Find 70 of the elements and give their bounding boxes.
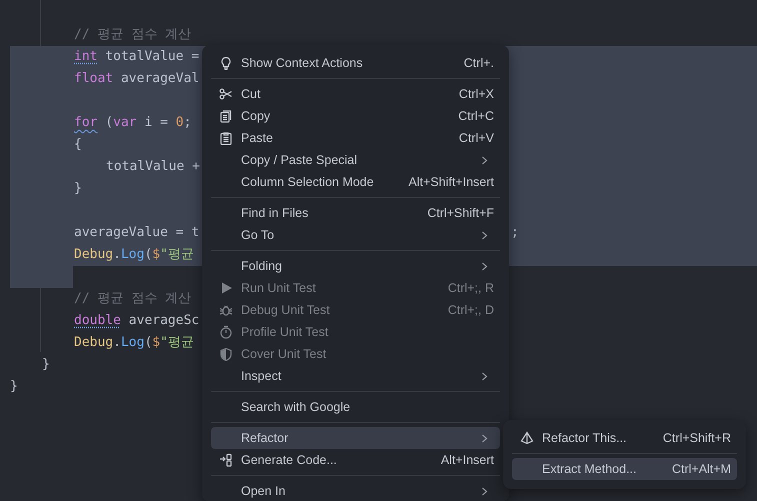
code-token: $ [152,334,160,352]
code-token: i = [143,114,169,132]
code-token: ; [184,114,192,132]
shortcut-text: Ctrl+Shift+R [662,431,731,445]
code-token: ( [144,246,152,264]
code-token: Debug [74,334,114,352]
code-token: Log [120,334,144,352]
code-token: "평균 [160,334,194,352]
shortcut-text: Ctrl+C [457,109,494,123]
code-text: ; [511,224,519,242]
menu-item[interactable]: Refactor This... Ctrl+Shift+R [512,427,737,449]
bug-icon [219,303,233,317]
code-token: int [74,48,98,66]
code-token: 0 [176,114,184,132]
menu-item[interactable]: Extract Method... Ctrl+Alt+M [512,458,737,480]
code-token: } [74,180,82,198]
copy-icon [219,109,233,123]
code-token: averageSc [128,312,200,330]
lightbulb-icon [219,56,233,70]
menu-item[interactable]: Column Selection Mode Alt+Shift+Insert [211,171,500,193]
clipboard-icon [219,131,233,145]
play-icon [219,281,233,295]
prism-icon [520,431,534,445]
code-token: // 평균 점수 계산 [74,290,192,308]
menu-item[interactable]: Inspect [211,365,500,387]
code-token: { [74,136,82,154]
menu-item[interactable]: Paste Ctrl+V [211,127,500,149]
code-token: averageVal [120,70,200,88]
menu-item[interactable]: Copy / Paste Special [211,149,500,171]
menu-item[interactable]: Cut Ctrl+X [211,83,500,105]
shortcut-text: Ctrl+;, D [446,303,494,317]
menu-item[interactable]: Generate Code... Alt+Insert [211,449,500,471]
scissors-icon [219,87,233,101]
code-token: . [113,246,121,264]
code-token: float [74,70,114,88]
code-token: ( [144,334,152,352]
shortcut-text: Alt+Shift+Insert [408,175,494,189]
code-token: totalValue + [106,158,200,176]
shortcut-text: Ctrl+Shift+F [426,206,494,220]
code-token: double [74,312,121,330]
code-token: totalValue = [104,48,200,66]
code-token: averageValue = t [74,224,200,242]
shortcut-text: Ctrl+. [462,56,494,70]
shortcut-text: Ctrl+Alt+M [670,462,731,476]
shortcut-text: Ctrl+X [458,87,494,101]
code-token: } [42,356,50,374]
menu-item[interactable]: Show Context Actions Ctrl+. [211,52,500,74]
shortcut-text: Ctrl+;, R [446,281,494,295]
menu-item[interactable]: Go To [211,224,500,246]
code-token: // 평균 점수 계산 [74,26,192,44]
menu-item[interactable]: Find in Files Ctrl+Shift+F [211,202,500,224]
code-token: . [113,334,121,352]
code-token: Log [120,246,144,264]
menu-item[interactable]: Folding [211,255,500,277]
shortcut-text: Ctrl+V [458,131,494,145]
stopwatch-icon [219,325,233,339]
menu-item[interactable]: Refactor [211,427,500,449]
menu-item[interactable]: Open In [211,480,500,501]
code-token: ( [104,114,114,132]
code-token: $ [152,246,160,264]
menu-item[interactable]: Copy Ctrl+C [211,105,500,127]
code-token: var [113,114,137,132]
code-token: } [10,378,18,396]
generate-icon [219,453,233,467]
shield-icon [219,347,233,361]
shortcut-text: Alt+Insert [440,453,494,467]
code-token: Debug [74,246,114,264]
code-token: "평균 [160,246,194,264]
menu-item[interactable]: Search with Google [211,396,500,418]
code-token: for [74,114,98,132]
